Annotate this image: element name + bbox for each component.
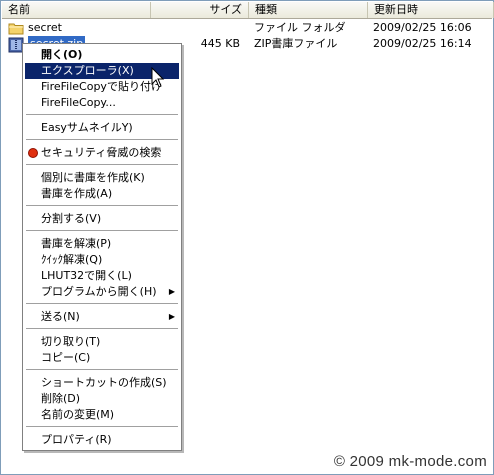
menu-separator xyxy=(26,328,178,330)
menu-item-properties[interactable]: プロパティ(R) xyxy=(25,432,179,448)
menu-item-open[interactable]: 開く(O) xyxy=(25,47,179,63)
menu-item-create-individual-archive[interactable]: 個別に書庫を作成(K) xyxy=(25,170,179,186)
security-scan-icon xyxy=(28,148,38,158)
mouse-cursor-icon xyxy=(151,67,165,88)
menu-separator xyxy=(26,303,178,305)
menu-item-extract-archive[interactable]: 書庫を解凍(P) xyxy=(25,236,179,252)
menu-item-label: 送る(N) xyxy=(41,310,80,323)
menu-separator xyxy=(26,164,178,166)
menu-separator xyxy=(26,369,178,371)
menu-item-firefilecopy[interactable]: FireFileCopy... xyxy=(25,95,179,111)
menu-item-cut[interactable]: 切り取り(T) xyxy=(25,334,179,350)
submenu-arrow-icon: ▶ xyxy=(168,312,175,321)
menu-item-rename[interactable]: 名前の変更(M) xyxy=(25,407,179,423)
file-type: ZIP書庫ファイル xyxy=(254,37,338,50)
menu-item-security-scan[interactable]: セキュリティ脅威の検索 xyxy=(25,145,179,161)
menu-item-open-lhut32[interactable]: LHUT32で開く(L) xyxy=(25,268,179,284)
file-row-secret-folder[interactable]: secret ファイル フォルダ 2009/02/25 16:06 xyxy=(2,20,492,36)
menu-separator xyxy=(26,205,178,207)
menu-item-split[interactable]: 分割する(V) xyxy=(25,211,179,227)
file-modified: 2009/02/25 16:14 xyxy=(373,37,472,50)
file-type: ファイル フォルダ xyxy=(254,21,346,34)
folder-icon xyxy=(8,21,24,35)
column-header-name[interactable]: 名前 xyxy=(2,2,151,18)
menu-item-quick-extract[interactable]: ｸｲｯｸ解凍(Q) xyxy=(25,252,179,268)
menu-separator xyxy=(26,230,178,232)
explorer-file-list: 名前 サイズ 種類 更新日時 secret ファイル フォルダ 2009/02/… xyxy=(0,0,494,475)
menu-item-easy-thumbnail[interactable]: EasyサムネイルY) xyxy=(25,120,179,136)
column-header-size[interactable]: サイズ xyxy=(151,2,249,18)
submenu-arrow-icon: ▶ xyxy=(168,287,175,296)
menu-separator xyxy=(26,426,178,428)
column-header-modified[interactable]: 更新日時 xyxy=(368,2,494,18)
menu-item-send-to[interactable]: 送る(N) ▶ xyxy=(25,309,179,325)
menu-item-create-shortcut[interactable]: ショートカットの作成(S) xyxy=(25,375,179,391)
menu-separator xyxy=(26,114,178,116)
menu-item-create-archive[interactable]: 書庫を作成(A) xyxy=(25,186,179,202)
column-header-type[interactable]: 種類 xyxy=(249,2,368,18)
context-menu: 開く(O) エクスプローラ(X) FireFileCopyで貼り付け FireF… xyxy=(22,43,182,451)
column-header-bar: 名前 サイズ 種類 更新日時 xyxy=(2,2,494,19)
menu-item-delete[interactable]: 削除(D) xyxy=(25,391,179,407)
file-modified: 2009/02/25 16:06 xyxy=(373,21,472,34)
menu-item-open-with[interactable]: プログラムから開く(H) ▶ xyxy=(25,284,179,300)
file-name: secret xyxy=(28,21,62,34)
menu-item-copy[interactable]: コピー(C) xyxy=(25,350,179,366)
menu-item-label: セキュリティ脅威の検索 xyxy=(41,146,162,159)
menu-item-label: プログラムから開く(H) xyxy=(41,285,157,298)
watermark: © 2009 mk-mode.com xyxy=(333,453,487,470)
menu-separator xyxy=(26,139,178,141)
